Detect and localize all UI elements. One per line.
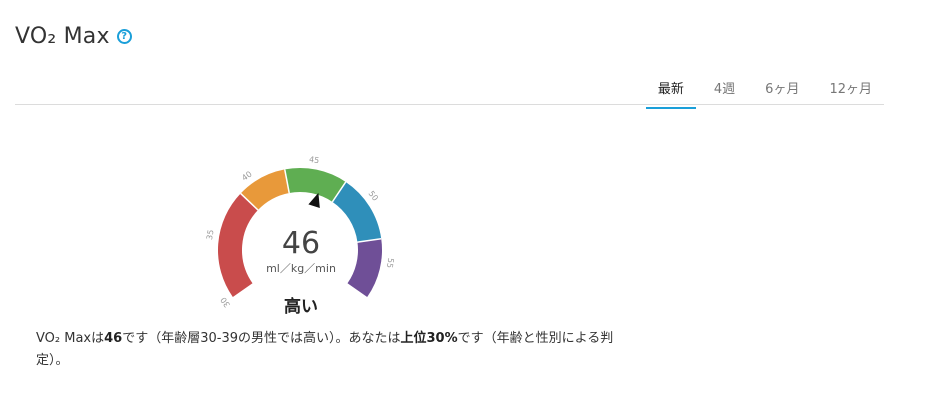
gauge-tick-label: 40 [240,169,254,182]
gauge-value: 46 [281,226,321,261]
gauge-status: 高い [284,297,318,317]
vo2-description: VO₂ Maxは46です（年齢層30-39の男性では高い）。あなたは上位30%で… [36,328,616,372]
gauge-zone-2 [284,168,346,203]
gauge-zone-4 [347,238,382,298]
gauge-tick-label: 55 [385,257,395,268]
desc-text-1: VO₂ Maxは [36,331,105,346]
gauge-tick-label: 30 [219,295,232,309]
gauge-tick-label: 35 [205,229,216,241]
desc-rank: 上位30% [400,331,458,346]
question-circle-icon[interactable]: ? [116,29,132,44]
tab-4-weeks[interactable]: 4週 [702,78,747,107]
tab-latest[interactable]: 最新 [645,78,696,109]
gauge-tick-label: 50 [367,189,380,203]
desc-value: 46 [104,331,123,346]
tab-12-months[interactable]: 12ヶ月 [817,78,884,107]
gauge-zone-1 [240,169,290,211]
gauge-tick-label: 45 [308,155,319,165]
tabs-divider [15,104,884,105]
page-header: VO₂ Max ? [15,24,132,49]
time-range-tabs: 最新 4週 6ヶ月 12ヶ月 [640,78,884,109]
gauge-unit: ml／kg／min [266,262,336,275]
page-title: VO₂ Max [15,24,110,49]
gauge-pointer [308,192,320,209]
desc-text-2: です（年齢層30-39の男性では高い）。あなたは [122,331,401,346]
tab-6-months[interactable]: 6ヶ月 [753,78,811,107]
